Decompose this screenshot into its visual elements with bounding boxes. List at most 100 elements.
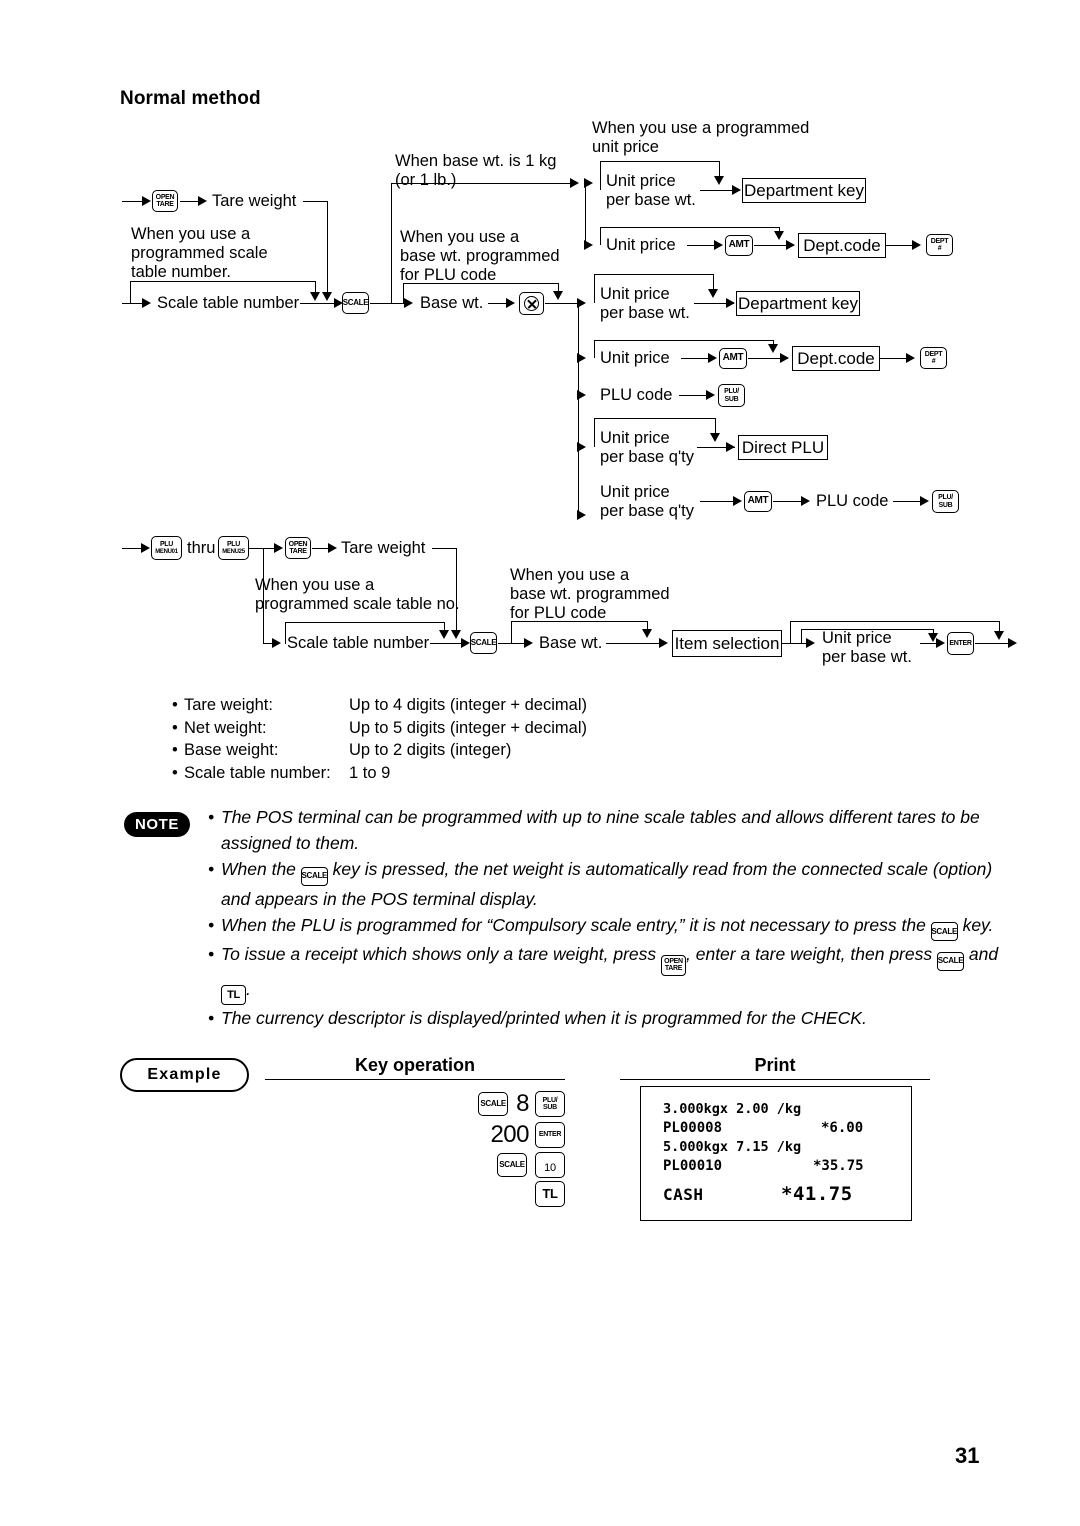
arrow-head: [461, 638, 470, 648]
key-operation-title: Key operation: [354, 1055, 476, 1075]
arrow-head: [141, 543, 150, 553]
entry-8: 8: [516, 1090, 529, 1117]
receipt-line-5-right: *41.75: [781, 1183, 853, 1205]
spec-value: Up to 4 digits (integer + decimal): [349, 696, 587, 714]
note-item: • To issue a receipt which shows only a …: [208, 941, 1026, 1006]
bullet: •: [172, 696, 178, 714]
arrow-head: [806, 638, 815, 648]
note-text-d: .: [246, 978, 251, 999]
receipt-line-2-right: *6.00: [821, 1120, 864, 1136]
note-item: • When the PLU is programmed for “Compul…: [208, 912, 1026, 942]
bullet: •: [208, 807, 215, 827]
plu-sub-key[interactable]: PLU/ SUB: [535, 1091, 565, 1117]
note-text: The POS terminal can be programmed with …: [221, 807, 980, 853]
arrow-head: [328, 543, 337, 553]
note-badge: NOTE: [124, 812, 190, 837]
page-number: 31: [955, 1443, 980, 1468]
ten-key[interactable]: 10: [535, 1152, 565, 1178]
tl-key[interactable]: TL: [221, 985, 246, 1006]
receipt-line-4-right: *35.75: [813, 1158, 864, 1174]
spec-label: Net weight:: [184, 718, 267, 737]
arrow-head: [274, 543, 283, 553]
key-operation-sequence: SCALE 8 PLU/ SUB 200 ENTER SCALE 10 TL: [330, 1090, 565, 1210]
label-scale-table-number: Scale table number: [287, 634, 430, 652]
flow-line: [790, 621, 791, 643]
scale-key[interactable]: SCALE: [937, 951, 964, 971]
label-unit-price-per-base-wt: Unit price per base wt.: [822, 629, 912, 666]
note-text: To issue a receipt which shows only a ta…: [221, 941, 1026, 1006]
note-text-a: To issue a receipt which shows only a ta…: [221, 944, 657, 965]
list-item: • Tare weight: Up to 4 digits (integer +…: [172, 694, 587, 717]
box-item-selection[interactable]: Item selection: [672, 630, 782, 657]
plu-menu01-key[interactable]: PLU MENU01: [151, 536, 182, 560]
arrow-head: [524, 638, 533, 648]
key-operation-row: SCALE 10: [330, 1152, 565, 1178]
flowchart-plu-menu-method: PLU MENU01 thru PLU MENU25 OPEN TARE Tar…: [0, 0, 1080, 690]
arrow-head: [994, 631, 1004, 640]
flow-line: [511, 621, 512, 643]
spec-value: 1 to 9: [349, 763, 391, 782]
receipt-print-sample: 3.000kgx 2.00 /kg PL00008 *6.00 5.000kgx…: [640, 1086, 912, 1221]
flow-line: [790, 621, 1000, 622]
arrow-head: [936, 638, 945, 648]
note-base-wt-plu: When you use a base wt. programmed for P…: [510, 566, 670, 622]
divider: [265, 1079, 565, 1080]
note-text-a: When the PLU is programmed for “Compulso…: [221, 914, 926, 935]
plu-menu25-key[interactable]: PLU MENU25: [218, 536, 249, 560]
spec-label: Base weight:: [184, 741, 279, 759]
print-title: Print: [754, 1055, 796, 1075]
scale-key[interactable]: SCALE: [478, 1092, 509, 1116]
bullet: •: [208, 944, 215, 965]
key-operation-row: SCALE 8 PLU/ SUB: [330, 1090, 565, 1118]
note-text-b: key.: [962, 914, 994, 935]
spec-label: Tare weight:: [184, 696, 273, 714]
scale-key[interactable]: SCALE: [930, 922, 958, 942]
bullet: •: [208, 1008, 215, 1029]
spec-list: • Tare weight: Up to 4 digits (integer +…: [172, 694, 587, 784]
flow-line: [511, 621, 648, 622]
flow-line: [285, 622, 286, 644]
arrow-head: [1008, 638, 1017, 648]
divider: [620, 1079, 930, 1080]
arrow-head: [642, 629, 652, 638]
flow-line: [606, 643, 666, 644]
list-item: • Scale table number: 1 to 9: [172, 762, 587, 785]
note-list: • The POS terminal can be programmed wit…: [208, 804, 1026, 1031]
tl-key[interactable]: TL: [535, 1181, 565, 1207]
receipt-line-3: 5.000kgx 7.15 /kg: [663, 1139, 802, 1155]
note-item: • The POS terminal can be programmed wit…: [208, 804, 1026, 856]
receipt-line-2-left: PL00008: [663, 1120, 723, 1136]
spec-value: Up to 5 digits (integer + decimal): [349, 718, 587, 737]
scale-key[interactable]: SCALE: [470, 632, 497, 654]
open-tare-key[interactable]: OPEN TARE: [661, 954, 686, 976]
spec-label: Scale table number:: [184, 763, 331, 782]
arrow-head: [659, 638, 668, 648]
note-item: • The currency descriptor is displayed/p…: [208, 1005, 1026, 1031]
receipt-line-4-left: PL00010: [663, 1158, 723, 1174]
note-item: • When the SCALE key is pressed, the net…: [208, 856, 1026, 912]
receipt-line-5-left: CASH: [663, 1185, 704, 1204]
enter-key[interactable]: ENTER: [947, 632, 974, 655]
open-tare-key[interactable]: OPEN TARE: [285, 537, 311, 559]
enter-key[interactable]: ENTER: [535, 1122, 565, 1148]
key-operation-row: 200 ENTER: [330, 1121, 565, 1149]
arrow-head: [272, 638, 281, 648]
note-text: The currency descriptor is displayed/pri…: [221, 1008, 867, 1029]
list-item: • Base weight: Up to 2 digits (integer): [172, 739, 587, 762]
note-text-b: , enter a tare weight, then press: [686, 944, 933, 965]
note-text: When the PLU is programmed for “Compulso…: [221, 912, 1026, 942]
bullet: •: [172, 741, 178, 759]
spec-value: Up to 2 digits (integer): [349, 741, 512, 759]
note-text-b: key is pressed, the net weight is automa…: [221, 859, 993, 909]
note-text-c: and: [968, 944, 999, 965]
bullet: •: [208, 914, 215, 935]
arrow-head: [451, 630, 461, 639]
label-base-wt: Base wt.: [539, 634, 603, 652]
list-item: • Net weight: Up to 5 digits (integer + …: [172, 717, 587, 740]
flow-line: [801, 629, 802, 643]
scale-key[interactable]: SCALE: [300, 866, 328, 886]
note-programmed-scale-table-no: When you use a programmed scale table no…: [255, 576, 460, 613]
bullet: •: [172, 763, 178, 782]
note-text: When the SCALE key is pressed, the net w…: [221, 856, 1026, 912]
scale-key[interactable]: SCALE: [497, 1153, 527, 1177]
